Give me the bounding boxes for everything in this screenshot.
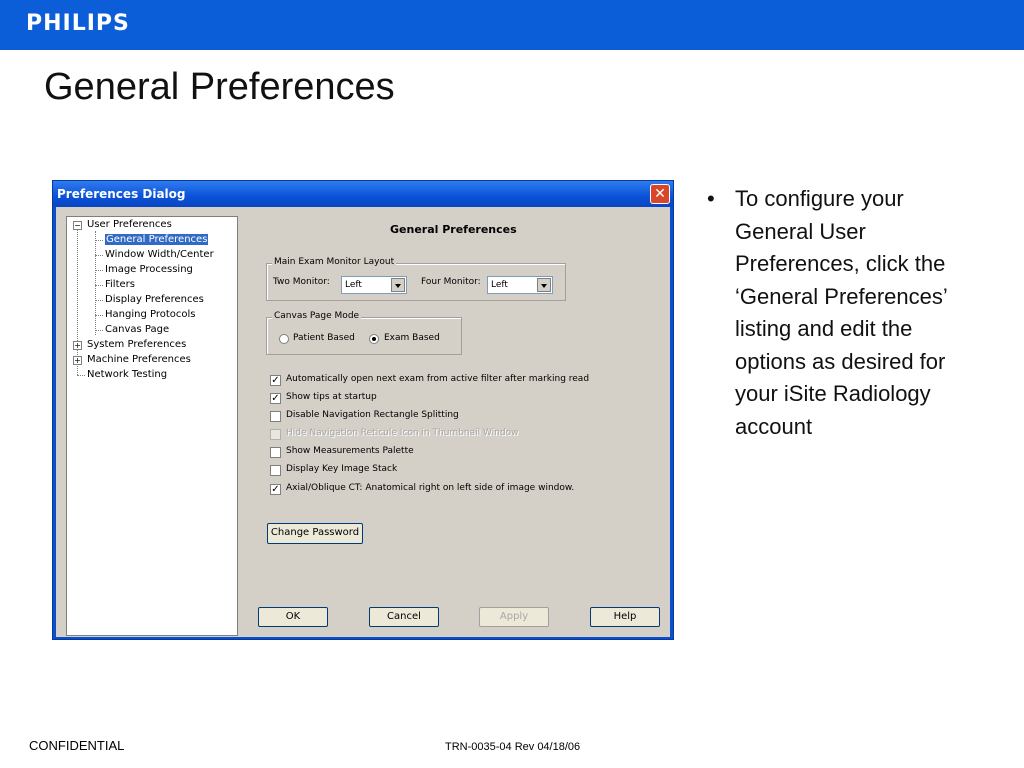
radio-label: Patient Based	[293, 333, 355, 343]
bullet-text: To configure your General User Preferenc…	[735, 186, 947, 439]
tree-item-image-processing[interactable]: Image Processing	[105, 263, 193, 277]
dialog-titlebar[interactable]: Preferences Dialog ✕	[53, 181, 673, 207]
tree-label: Window Width/Center	[105, 249, 214, 260]
checkbox-label: Axial/Oblique CT: Anatomical right on le…	[286, 483, 575, 493]
close-icon[interactable]: ✕	[650, 184, 670, 204]
dialog-title: Preferences Dialog	[57, 187, 186, 201]
tree-label: Display Preferences	[105, 294, 204, 305]
tree-label: User Preferences	[87, 219, 172, 230]
tree-item-general-preferences[interactable]: General Preferences	[105, 233, 209, 247]
checkbox[interactable]: ✓	[270, 393, 281, 404]
chevron-down-icon[interactable]	[537, 278, 551, 292]
bullet-icon: •	[707, 186, 715, 211]
canvas-page-mode-group: Canvas Page Mode Patient Based Exam Base…	[266, 311, 462, 355]
checkbox[interactable]	[270, 465, 281, 476]
collapse-icon[interactable]: −	[73, 221, 82, 230]
tree-item-window-width-center[interactable]: Window Width/Center	[105, 248, 214, 262]
tree-item-filters[interactable]: Filters	[105, 278, 135, 292]
brand-bar: PHILIPS	[0, 0, 1024, 50]
tree-label: Network Testing	[87, 369, 168, 380]
monitor-layout-group: Main Exam Monitor Layout Two Monitor: Le…	[266, 257, 566, 301]
radio-patient-based[interactable]	[279, 334, 289, 344]
radio-exam-based[interactable]	[369, 334, 379, 344]
checkbox[interactable]: ✓	[270, 375, 281, 386]
expand-icon[interactable]: +	[73, 356, 82, 365]
preferences-dialog: Preferences Dialog ✕ − User Preferences …	[52, 180, 674, 640]
footer-confidential: CONFIDENTIAL	[29, 738, 125, 753]
tree-connector	[95, 231, 96, 335]
tree-connector	[77, 229, 78, 375]
tree-label: Machine Preferences	[87, 354, 191, 365]
checkbox-label: Show Measurements Palette	[286, 446, 414, 456]
checkbox	[270, 429, 281, 440]
select-value: Left	[345, 280, 362, 290]
slide-title: General Preferences	[44, 66, 395, 108]
checkbox-label: Display Key Image Stack	[286, 464, 398, 474]
tree-item-network-testing[interactable]: Network Testing	[87, 368, 167, 382]
tree-connector	[95, 240, 103, 241]
tree-label: General Preferences	[105, 234, 209, 245]
checkbox-label: Hide Navigation Reticule Icon in Thumbna…	[286, 428, 519, 438]
two-monitor-label: Two Monitor:	[273, 277, 330, 287]
tree-item-display-preferences[interactable]: Display Preferences	[105, 293, 204, 307]
footer-doc-id: TRN-0035-04 Rev 04/18/06	[445, 741, 581, 753]
select-value: Left	[491, 280, 508, 290]
preferences-tree[interactable]: − User Preferences General Preferences W…	[66, 216, 238, 636]
apply-button: Apply	[479, 607, 549, 627]
group-legend: Main Exam Monitor Layout	[272, 257, 397, 267]
tree-connector	[95, 315, 103, 316]
chevron-down-icon[interactable]	[391, 278, 405, 292]
checkbox[interactable]: ✓	[270, 484, 281, 495]
tree-label: Image Processing	[105, 264, 193, 275]
tree-connector	[77, 375, 85, 376]
checkbox[interactable]	[270, 411, 281, 422]
panel-heading: General Preferences	[390, 223, 517, 236]
tree-connector	[95, 285, 103, 286]
four-monitor-select[interactable]: Left	[487, 276, 553, 294]
checkbox-label: Automatically open next exam from active…	[286, 374, 590, 384]
tree-item-canvas-page[interactable]: Canvas Page	[105, 323, 169, 337]
help-button[interactable]: Help	[590, 607, 660, 627]
tree-label: Filters	[105, 279, 135, 290]
tree-label: Canvas Page	[105, 324, 170, 335]
change-password-button[interactable]: Change Password	[267, 523, 363, 544]
checkbox-label: Show tips at startup	[286, 392, 377, 402]
checkbox-label: Disable Navigation Rectangle Splitting	[286, 410, 459, 420]
tree-connector	[95, 330, 103, 331]
expand-icon[interactable]: +	[73, 341, 82, 350]
four-monitor-label: Four Monitor:	[421, 277, 481, 287]
tree-label: System Preferences	[87, 339, 187, 350]
checkbox[interactable]	[270, 447, 281, 458]
tree-connector	[95, 270, 103, 271]
ok-button[interactable]: OK	[258, 607, 328, 627]
tree-connector	[95, 300, 103, 301]
two-monitor-select[interactable]: Left	[341, 276, 407, 294]
radio-label: Exam Based	[384, 333, 440, 343]
cancel-button[interactable]: Cancel	[369, 607, 439, 627]
dialog-body: − User Preferences General Preferences W…	[56, 207, 670, 637]
philips-logo: PHILIPS	[26, 11, 130, 36]
tree-item-hanging-protocols[interactable]: Hanging Protocols	[105, 308, 195, 322]
group-legend: Canvas Page Mode	[272, 311, 362, 321]
tree-connector	[95, 255, 103, 256]
tree-label: Hanging Protocols	[105, 309, 196, 320]
